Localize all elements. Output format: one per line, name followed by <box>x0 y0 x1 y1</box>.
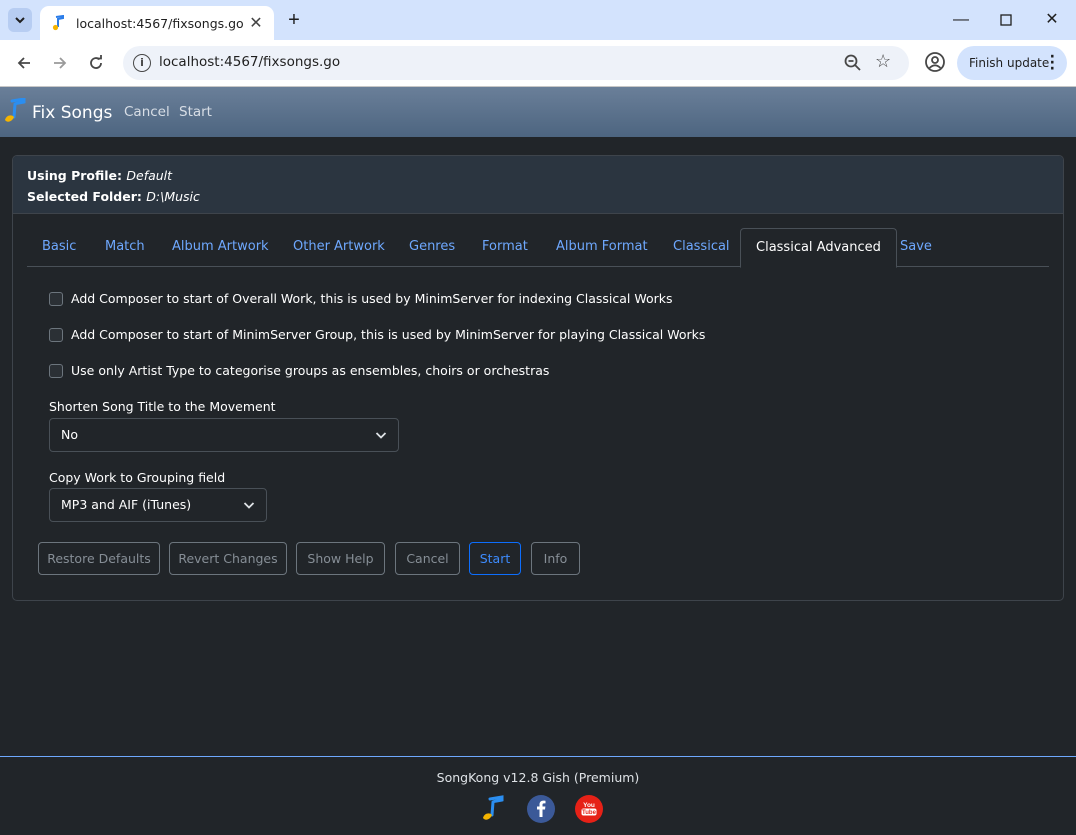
address-bar[interactable]: i localhost:4567/fixsongs.go ☆ <box>123 46 909 80</box>
facebook-icon[interactable] <box>527 795 555 823</box>
copy-work-select[interactable]: MP3 and AIF (iTunes) <box>49 488 267 522</box>
tab-classical[interactable]: Classical <box>673 228 730 267</box>
app-navbar: Fix Songs Cancel Start <box>0 87 1076 137</box>
tab-title: localhost:4567/fixsongs.go <box>76 15 244 31</box>
artist-type-only-checkbox[interactable] <box>49 363 63 378</box>
restore-defaults-button[interactable]: Restore Defaults <box>38 542 160 575</box>
svg-text:You: You <box>583 802 595 809</box>
forward-icon[interactable] <box>47 50 73 76</box>
header-start-link[interactable]: Start <box>179 104 212 120</box>
songkong-logo-icon[interactable] <box>479 795 507 823</box>
tab-album-format[interactable]: Album Format <box>556 228 648 267</box>
profile-icon[interactable] <box>924 51 946 73</box>
info-button[interactable]: Info <box>531 542 580 575</box>
add-composer-overall-checkbox[interactable] <box>49 291 63 306</box>
show-help-button[interactable]: Show Help <box>296 542 385 575</box>
chevron-down-icon <box>15 17 25 24</box>
add-composer-group-label: Add Composer to start of MinimServer Gro… <box>71 327 706 342</box>
tab-match[interactable]: Match <box>105 228 145 267</box>
tab-basic[interactable]: Basic <box>42 228 76 267</box>
url-text: localhost:4567/fixsongs.go <box>159 54 341 70</box>
shorten-title-value: No <box>61 427 78 442</box>
folder-line: Selected Folder: D:\Music <box>27 189 200 204</box>
option-add-composer-overall: Add Composer to start of Overall Work, t… <box>49 291 673 306</box>
option-add-composer-group: Add Composer to start of MinimServer Gro… <box>49 327 705 342</box>
chevron-down-icon <box>375 432 387 439</box>
tab-save[interactable]: Save <box>900 228 932 267</box>
chevron-down-icon <box>243 502 255 509</box>
start-button[interactable]: Start <box>469 542 521 575</box>
browser-tabstrip: localhost:4567/fixsongs.go ✕ + — ✕ <box>0 0 1076 40</box>
profile-value: Default <box>126 168 173 183</box>
browser-toolbar: i localhost:4567/fixsongs.go ☆ Finish up… <box>0 40 1076 87</box>
menu-dots-icon: · · · <box>1049 49 1055 77</box>
revert-changes-button[interactable]: Revert Changes <box>169 542 287 575</box>
settings-tabs: Basic Match Album Artwork Other Artwork … <box>27 228 1049 268</box>
finish-update-button[interactable]: Finish update · · · <box>957 46 1067 80</box>
new-tab-button[interactable]: + <box>284 9 304 31</box>
artist-type-only-label: Use only Artist Type to categorise group… <box>71 363 550 378</box>
music-note-icon <box>52 15 64 31</box>
tab-other-artwork[interactable]: Other Artwork <box>293 228 385 267</box>
profile-line: Using Profile: Default <box>27 168 173 183</box>
finish-update-label: Finish update <box>969 56 1050 70</box>
bookmark-star-icon[interactable]: ☆ <box>875 51 891 72</box>
tab-classical-advanced[interactable]: Classical Advanced <box>740 228 897 268</box>
songkong-logo-icon <box>5 98 26 122</box>
back-icon[interactable] <box>11 50 37 76</box>
reload-icon[interactable] <box>83 50 109 76</box>
tab-format[interactable]: Format <box>482 228 528 267</box>
version-text: SongKong v12.8 Gish (Premium) <box>436 770 640 785</box>
add-composer-group-checkbox[interactable] <box>49 327 63 342</box>
header-cancel-link[interactable]: Cancel <box>124 104 170 120</box>
option-artist-type-only: Use only Artist Type to categorise group… <box>49 363 549 378</box>
add-composer-overall-label: Add Composer to start of Overall Work, t… <box>71 291 673 306</box>
page-footer: SongKong v12.8 Gish (Premium) You Tube <box>0 756 1076 835</box>
tab-genres[interactable]: Genres <box>409 228 455 267</box>
folder-value: D:\Music <box>146 189 200 204</box>
window-close-icon[interactable]: ✕ <box>1040 8 1064 32</box>
tab-album-artwork[interactable]: Album Artwork <box>172 228 269 267</box>
youtube-icon[interactable]: You Tube <box>575 795 603 823</box>
copy-work-label: Copy Work to Grouping field <box>49 470 226 485</box>
browser-tab[interactable]: localhost:4567/fixsongs.go ✕ <box>40 6 274 40</box>
brand-name[interactable]: Fix Songs <box>32 103 112 123</box>
minimize-icon[interactable]: — <box>949 8 973 32</box>
copy-work-value: MP3 and AIF (iTunes) <box>61 497 192 512</box>
close-icon[interactable]: ✕ <box>248 13 264 33</box>
zoom-icon[interactable] <box>843 53 863 73</box>
shorten-title-label: Shorten Song Title to the Movement <box>49 399 276 414</box>
tab-search-button[interactable] <box>8 8 32 32</box>
site-info-icon[interactable]: i <box>133 54 151 72</box>
maximize-icon[interactable] <box>994 8 1018 32</box>
shorten-title-select[interactable]: No <box>49 418 399 452</box>
settings-card: Using Profile: Default Selected Folder: … <box>12 155 1064 601</box>
card-header: Using Profile: Default Selected Folder: … <box>13 156 1063 214</box>
svg-text:Tube: Tube <box>582 810 597 816</box>
cancel-button[interactable]: Cancel <box>395 542 460 575</box>
